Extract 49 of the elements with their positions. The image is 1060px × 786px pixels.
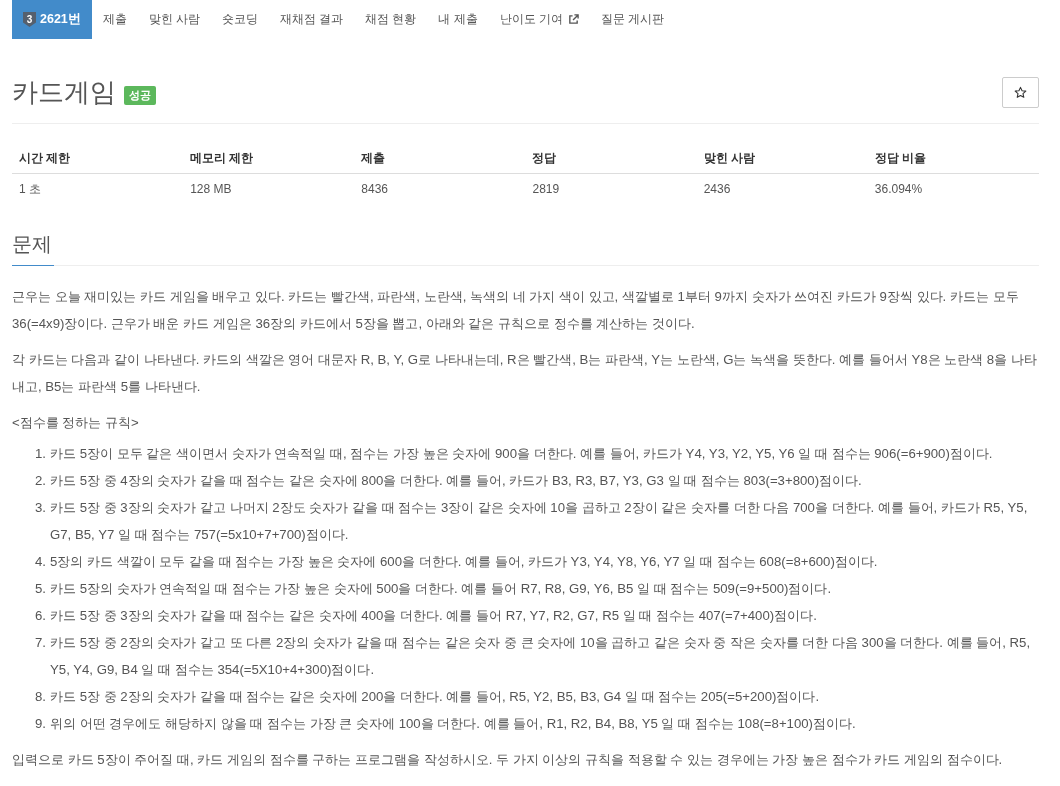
column-header: 시간 제한 [12, 144, 184, 174]
column-header: 제출 [354, 144, 526, 174]
column-header: 메모리 제한 [183, 144, 355, 174]
list-item-text: 카드 5장 중 2장의 숫자가 같고 또 다른 2장의 숫자가 같을 때 점수는 같은 숫자 중 큰 숫자에 10을 곱하고 같은 숫자 중 작은 숫자를 더한 다음 300을 더한다. 예를 들어, R5, Y5, Y4, G9, B4 일 때 점수는 354(=5X10+4+300)점이다. [50, 634, 1032, 679]
table-cell: 36.094% [867, 173, 1039, 205]
star-icon [1014, 85, 1027, 99]
list-number: 6. [34, 607, 46, 625]
list-number: 2. [34, 472, 46, 490]
paragraph: 입력으로 카드 5장이 주어질 때, 카드 게임의 점수를 구하는 프로그램을 작성하시오. 두 가지 이상의 규칙을 적용할 수 있는 경우에는 가장 높은 점수가 카드 게임의 점수이다. [12, 751, 1004, 769]
nav-tab[interactable]: 난이도 기여 [488, 0, 590, 39]
table-cell: 2819 [525, 173, 697, 205]
result-label: 성공 [124, 85, 156, 105]
list-number: 7. [34, 634, 46, 652]
list-item-text: 카드 5장 중 3장의 숫자가 같을 때 점수는 같은 숫자에 400을 더한다. 예를 들어 R7, Y7, R2, G7, R5 일 때 점수는 407(=7+400)점이다. [50, 607, 818, 625]
table-cell: 1 초 [12, 173, 184, 205]
list-item-text: 위의 어떤 경우에도 해당하지 않을 때 점수는 가장 큰 숫자에 100을 더한다. 예를 들어, R1, R2, B4, B8, Y5 일 때 점수는 108(=8+100)점이다. [50, 715, 857, 733]
section-heading: 문제 [12, 231, 54, 266]
list-number: 3. [34, 499, 46, 517]
nav-tab[interactable]: 맞힌 사람 [137, 0, 211, 39]
table-cell: 8436 [354, 173, 526, 205]
nav-tab[interactable]: 제출 [91, 0, 138, 39]
favorite-button[interactable] [1002, 76, 1039, 108]
nav-tab[interactable]: 숏코딩 [211, 0, 269, 39]
tier-badge: 3 [23, 12, 36, 27]
list-number: 1. [34, 445, 46, 463]
list-item-text: 카드 5장의 숫자가 연속적일 때 점수는 가장 높은 숫자에 500을 더한다. 예를 들어 R7, R8, G9, Y6, B5 일 때 점수는 509(=9+500)점이다. [50, 580, 833, 598]
paragraph: 각 카드는 다음과 같이 나타낸다. 카드의 색깔은 영어 대문자 R, B, Y, G로 나타내는데, R은 빨간색, B는 파란색, Y는 노란색, G는 녹색을 뜻한다. 예를 들어서 Y8은 노란색 8을 나타내고, B5는 파란색 5를 나타낸다. [12, 351, 1038, 396]
table-cell: 128 MB [183, 173, 355, 205]
list-number: 4. [34, 553, 46, 571]
nav-tab[interactable]: 채점 현황 [354, 0, 428, 39]
list-number: 9. [34, 715, 46, 733]
problem-title: 카드게임 [12, 76, 116, 109]
list-item-text: 카드 5장 중 4장의 숫자가 같을 때 점수는 같은 숫자에 800을 더한다. 예를 들어, 카드가 B3, R3, B7, Y3, G3 일 때 점수는 803(=3+800)점이다. [50, 472, 863, 490]
nav-tab[interactable]: 질문 게시판 [589, 0, 676, 39]
paragraph: 근우는 오늘 재미있는 카드 게임을 배우고 있다. 카드는 빨간색, 파란색, 노란색, 녹색의 네 가지 색이 있고, 색깔별로 1부터 9까지 숫자가 쓰여진 카드가 9장씩 있다. 카드는 모두 36(=4x9)장이다. 근우가 배운 카드 게임은 36장의 카드에서 5장을 뽑고, 아래와 같은 규칙으로 정수를 계산하는 것이다. [12, 288, 1020, 333]
list-item-text: 카드 5장이 모두 같은 색이면서 숫자가 연속적일 때, 점수는 가장 높은 숫자에 900을 더한다. 예를 들어, 카드가 Y4, Y3, Y2, Y5, Y6 일 때 점수는 906(=6+900)점이다. [50, 445, 994, 463]
column-header: 정답 [525, 144, 697, 174]
list-item-text: 카드 5장 중 2장의 숫자가 같을 때 점수는 같은 숫자에 200을 더한다. 예를 들어, R5, Y2, B5, B3, G4 일 때 점수는 205(=5+200)점이다. [50, 688, 821, 706]
nav-tab[interactable]: 재채점 결과 [269, 0, 355, 39]
column-header: 정답 비율 [867, 144, 1039, 174]
list-item-text: 카드 5장 중 3장의 숫자가 같고 나머지 2장도 숫자가 같을 때 점수는 3장이 같은 숫자에 10을 곱하고 2장이 같은 숫자를 더한 다음 700을 더한다. 예를 들어, 카드가 R5, Y5, G7, B5, Y7 일 때 점수는 757(=5x10+7+700)점이다. [50, 499, 1029, 544]
nav-tab[interactable]: 3 2621번 [12, 0, 92, 39]
paragraph: <점수를 정하는 규칙> [12, 414, 140, 432]
list-number: 5. [34, 580, 46, 598]
nav-tab[interactable]: 내 제출 [427, 0, 489, 39]
column-header: 맞힌 사람 [696, 144, 868, 174]
list-item-text: 5장의 카드 색깔이 모두 같을 때 점수는 가장 높은 숫자에 600을 더한다. 예를 들어, 카드가 Y3, Y4, Y8, Y6, Y7 일 때 점수는 608(=8+600)점이다. [50, 553, 879, 571]
table-cell: 2436 [696, 173, 868, 205]
list-number: 8. [34, 688, 46, 706]
